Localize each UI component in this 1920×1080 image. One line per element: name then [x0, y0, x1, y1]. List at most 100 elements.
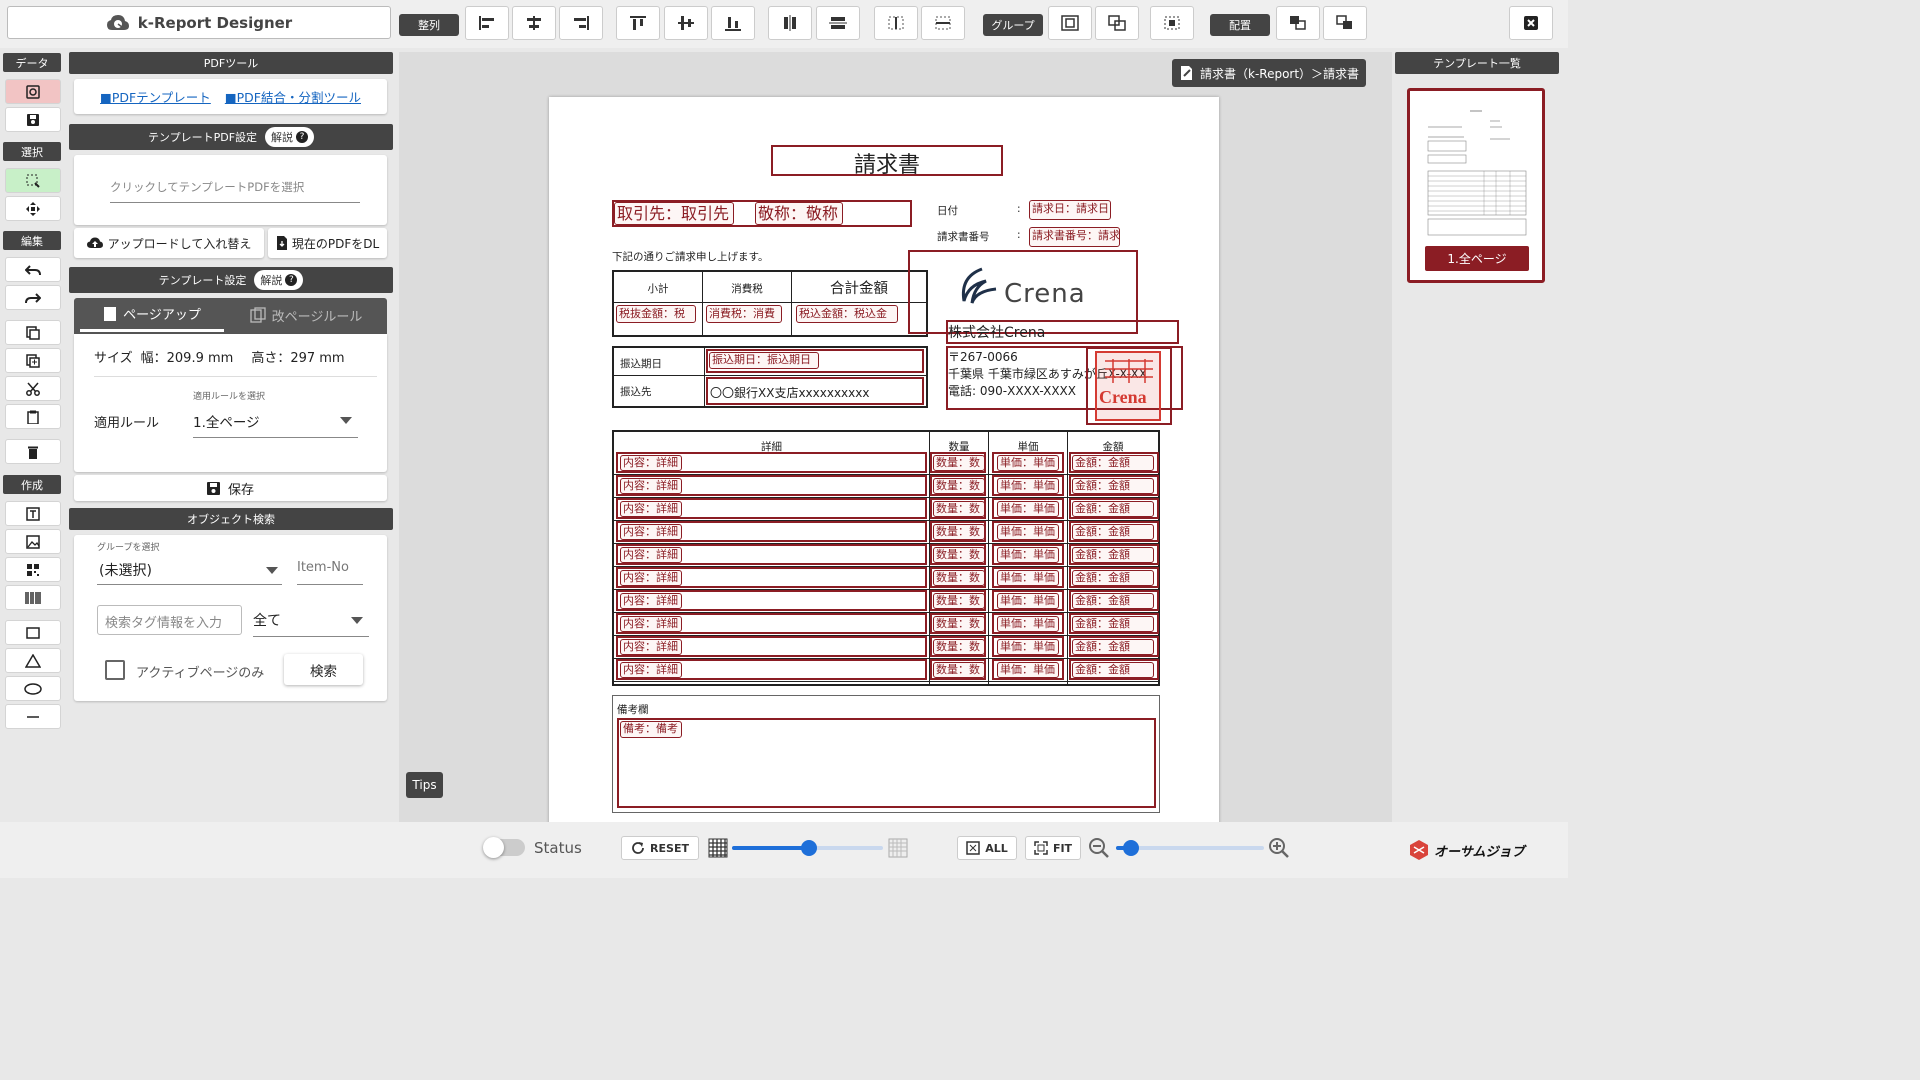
save-file-button[interactable]	[5, 107, 61, 132]
add-qrcode-button[interactable]	[5, 557, 61, 582]
row-amount-field[interactable]: 金額：金額	[1072, 616, 1154, 632]
row-amount-field[interactable]: 金額：金額	[1072, 639, 1154, 655]
add-ellipse-button[interactable]	[5, 676, 61, 701]
row-detail-field[interactable]: 内容：詳細	[620, 616, 682, 632]
row-qty-field[interactable]: 数量：数	[933, 478, 985, 494]
row-amount-field[interactable]: 金額：金額	[1072, 501, 1154, 517]
row-price-field[interactable]: 単価：単価	[997, 478, 1059, 494]
scope-select[interactable]: 全て	[253, 603, 369, 637]
zoom-slider[interactable]	[1116, 840, 1264, 856]
row-qty-field[interactable]: 数量：数	[933, 570, 985, 586]
zoom-in-icon[interactable]	[1268, 837, 1290, 859]
download-pdf-button[interactable]: 現在のPDFをDL	[268, 228, 387, 258]
row-amount-field[interactable]: 金額：金額	[1072, 593, 1154, 609]
row-detail-field[interactable]: 内容：詳細	[620, 639, 682, 655]
row-detail-field[interactable]: 内容：詳細	[620, 501, 682, 517]
area-select-button[interactable]	[5, 168, 61, 193]
row-price-field[interactable]: 単価：単価	[997, 662, 1059, 678]
add-line-button[interactable]	[5, 704, 61, 729]
row-price-field[interactable]: 単価：単価	[997, 639, 1059, 655]
row-detail-field[interactable]: 内容：詳細	[620, 570, 682, 586]
upload-replace-button[interactable]: アップロードして入れ替え	[74, 228, 264, 258]
tax-field[interactable]: 消費税：消費	[706, 305, 782, 323]
pdf-merge-split-link[interactable]: ■PDF結合・分割ツール	[225, 87, 361, 106]
tab-page-setup[interactable]: ページアップ	[80, 298, 224, 332]
send-backward-button[interactable]	[1323, 6, 1367, 40]
row-price-field[interactable]: 単価：単価	[997, 570, 1059, 586]
row-amount-field[interactable]: 金額：金額	[1072, 478, 1154, 494]
row-detail-field[interactable]: 内容：詳細	[620, 524, 682, 540]
align-bottom-button[interactable]	[711, 6, 755, 40]
app-title-button[interactable]: k-Report Designer	[7, 6, 391, 39]
preview-button[interactable]	[5, 79, 61, 104]
active-page-only-checkbox[interactable]	[105, 660, 125, 680]
total-field[interactable]: 税込金額：税込金	[796, 305, 898, 323]
align-middle-button[interactable]	[664, 6, 708, 40]
row-qty-field[interactable]: 数量：数	[933, 662, 985, 678]
due-date-field[interactable]: 振込期日：振込期日	[709, 352, 819, 369]
tips-button[interactable]: Tips	[406, 772, 443, 798]
align-left-button[interactable]	[465, 6, 509, 40]
delete-button[interactable]	[5, 439, 61, 464]
distribute-v-button[interactable]	[816, 6, 860, 40]
tab-page-break-rule[interactable]: 改ページルール	[232, 298, 380, 332]
row-detail-field[interactable]: 内容：詳細	[620, 662, 682, 678]
row-qty-field[interactable]: 数量：数	[933, 547, 985, 563]
tag-search-input[interactable]: 検索タグ情報を入力	[97, 605, 242, 635]
cut-button[interactable]	[5, 376, 61, 401]
row-amount-field[interactable]: 金額：金額	[1072, 547, 1154, 563]
row-qty-field[interactable]: 数量：数	[933, 524, 985, 540]
add-image-button[interactable]	[5, 529, 61, 554]
row-detail-field[interactable]: 内容：詳細	[620, 593, 682, 609]
redo-button[interactable]	[5, 285, 61, 310]
row-price-field[interactable]: 単価：単価	[997, 593, 1059, 609]
row-qty-field[interactable]: 数量：数	[933, 616, 985, 632]
distribute-h-button[interactable]	[768, 6, 812, 40]
search-button[interactable]: 検索	[284, 654, 363, 685]
invoice-date-field[interactable]: 請求日：請求日	[1029, 200, 1111, 220]
row-detail-field[interactable]: 内容：詳細	[620, 478, 682, 494]
select-group-button[interactable]	[1150, 6, 1194, 40]
same-height-button[interactable]	[921, 6, 965, 40]
close-button[interactable]	[1509, 6, 1553, 40]
item-no-input[interactable]: Item-No	[297, 552, 363, 585]
zoom-fit-button[interactable]: FIT	[1025, 836, 1081, 860]
template-thumbnail-card[interactable]: 1.全ページ	[1407, 88, 1545, 283]
paste-button[interactable]	[5, 404, 61, 429]
bring-forward-button[interactable]	[1276, 6, 1320, 40]
pdf-template-link[interactable]: ■PDFテンプレート	[100, 87, 211, 106]
ungroup-button[interactable]	[1095, 6, 1139, 40]
row-amount-field[interactable]: 金額：金額	[1072, 570, 1154, 586]
row-qty-field[interactable]: 数量：数	[933, 593, 985, 609]
align-center-h-button[interactable]	[512, 6, 556, 40]
reset-button[interactable]: RESET	[621, 836, 699, 860]
add-text-button[interactable]	[5, 501, 61, 526]
remarks-box[interactable]	[617, 718, 1156, 808]
row-price-field[interactable]: 単価：単価	[997, 616, 1059, 632]
add-rectangle-button[interactable]	[5, 620, 61, 645]
row-amount-field[interactable]: 金額：金額	[1072, 524, 1154, 540]
opacity-slider-knob[interactable]	[801, 840, 817, 856]
row-qty-field[interactable]: 数量：数	[933, 501, 985, 517]
page-all-button[interactable]: 1.全ページ	[1425, 246, 1529, 271]
add-barcode-button[interactable]	[5, 585, 61, 610]
invoice-number-field[interactable]: 請求書番号：請求	[1029, 227, 1120, 247]
template-pdf-select-field[interactable]: クリックしてテンプレートPDFを選択	[110, 173, 360, 203]
undo-button[interactable]	[5, 257, 61, 282]
rule-select[interactable]: 1.全ページ	[193, 404, 358, 438]
opacity-slider[interactable]	[732, 840, 883, 856]
row-price-field[interactable]: 単価：単価	[997, 501, 1059, 517]
copy-button[interactable]	[5, 320, 61, 345]
row-amount-field[interactable]: 金額：金額	[1072, 455, 1154, 471]
remarks-field[interactable]: 備考：備考	[620, 721, 682, 738]
same-width-button[interactable]	[874, 6, 918, 40]
zoom-all-button[interactable]: ALL	[957, 836, 1017, 860]
template-pdf-help-button[interactable]: 解説?	[265, 127, 315, 147]
zoom-out-icon[interactable]	[1088, 837, 1110, 859]
subtotal-field[interactable]: 税抜金額：税	[616, 305, 696, 323]
row-detail-field[interactable]: 内容：詳細	[620, 547, 682, 563]
row-price-field[interactable]: 単価：単価	[997, 524, 1059, 540]
zoom-slider-knob[interactable]	[1123, 840, 1139, 856]
row-price-field[interactable]: 単価：単価	[997, 455, 1059, 471]
status-toggle[interactable]	[483, 837, 525, 858]
